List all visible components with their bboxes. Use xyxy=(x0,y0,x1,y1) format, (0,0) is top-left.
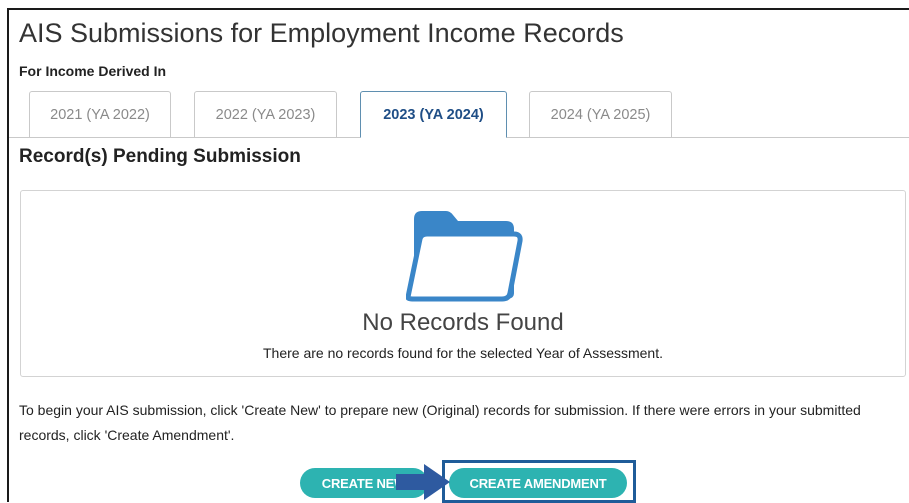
instructions-text: To begin your AIS submission, click 'Cre… xyxy=(19,402,861,443)
create-amendment-button[interactable]: CREATE AMENDMENT xyxy=(449,468,627,498)
folder-icon xyxy=(406,211,523,302)
tab-2023[interactable]: 2023 (YA 2024) xyxy=(360,91,507,138)
tab-2024[interactable]: 2024 (YA 2025) xyxy=(529,91,672,137)
empty-state-title: No Records Found xyxy=(362,309,564,336)
arrow-right-icon xyxy=(396,464,450,500)
tab-2022[interactable]: 2022 (YA 2023) xyxy=(194,91,337,137)
page-title: AIS Submissions for Employment Income Re… xyxy=(19,18,624,48)
income-year-label: For Income Derived In xyxy=(19,63,167,79)
section-title: Record(s) Pending Submission xyxy=(19,146,301,167)
ais-panel: AIS Submissions for Employment Income Re… xyxy=(7,8,909,503)
tab-2021[interactable]: 2021 (YA 2022) xyxy=(29,91,171,137)
empty-state-card: No Records Found There are no records fo… xyxy=(20,190,906,377)
empty-state-description: There are no records found for the selec… xyxy=(262,345,663,361)
year-tabs: 2021 (YA 2022) 2022 (YA 2023) 2023 (YA 2… xyxy=(9,91,909,138)
